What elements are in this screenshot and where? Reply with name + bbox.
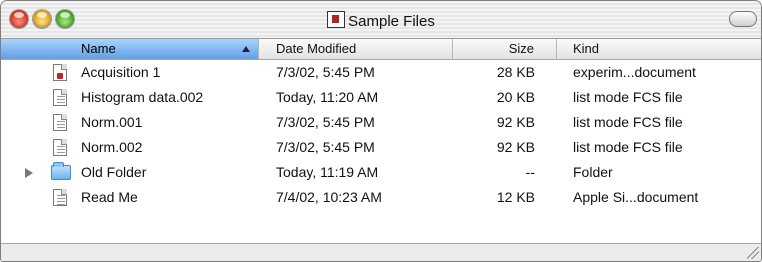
file-name: Histogram data.002	[81, 89, 204, 105]
status-bar	[1, 243, 761, 261]
file-name: Old Folder	[81, 164, 147, 180]
sort-ascending-icon	[242, 46, 250, 52]
file-date: 7/3/02, 5:45 PM	[276, 114, 375, 130]
file-kind: list mode FCS file	[573, 89, 683, 105]
finder-window: Sample Files Name Date Modified Size Kin…	[0, 0, 762, 262]
column-header-date-label: Date Modified	[276, 41, 357, 56]
file-row[interactable]: Norm.001 7/3/02, 5:45 PM 92 KB list mode…	[1, 110, 761, 135]
file-name: Norm.001	[81, 114, 143, 130]
fcs-file-icon	[53, 89, 69, 106]
window-title: Sample Files	[348, 13, 435, 30]
file-date: Today, 11:20 AM	[276, 89, 379, 105]
resize-handle[interactable]	[747, 247, 759, 259]
file-row[interactable]: Norm.002 7/3/02, 5:45 PM 92 KB list mode…	[1, 135, 761, 160]
file-size: 28 KB	[496, 64, 535, 80]
column-header-name[interactable]: Name	[1, 39, 259, 59]
text-document-icon	[53, 189, 69, 206]
experiment-document-icon	[53, 64, 69, 81]
column-header-size[interactable]: Size	[453, 39, 557, 59]
folder-proxy-icon[interactable]	[327, 11, 346, 28]
file-kind: experim...document	[573, 64, 696, 80]
file-date: 7/4/02, 10:23 AM	[276, 189, 382, 205]
folder-icon	[51, 162, 71, 180]
fcs-file-icon	[53, 139, 69, 156]
file-size: --	[525, 164, 535, 180]
file-size: 92 KB	[496, 114, 535, 130]
column-header-kind[interactable]: Kind	[557, 39, 761, 59]
column-header: Name Date Modified Size Kind	[1, 39, 761, 60]
file-date: 7/3/02, 5:45 PM	[276, 139, 375, 155]
file-kind: Folder	[573, 164, 613, 180]
file-kind: list mode FCS file	[573, 139, 683, 155]
fcs-file-icon	[53, 114, 69, 131]
file-size: 20 KB	[496, 89, 535, 105]
title-bar[interactable]: Sample Files	[1, 1, 761, 39]
file-kind: list mode FCS file	[573, 114, 683, 130]
file-row[interactable]: Old Folder Today, 11:19 AM -- Folder	[1, 160, 761, 185]
file-size: 92 KB	[496, 139, 535, 155]
file-date: Today, 11:19 AM	[276, 164, 379, 180]
toolbar-toggle-button[interactable]	[729, 11, 757, 27]
file-row[interactable]: Histogram data.002 Today, 11:20 AM 20 KB…	[1, 85, 761, 110]
file-row[interactable]: Read Me 7/4/02, 10:23 AM 12 KB Apple Si.…	[1, 185, 761, 210]
column-header-kind-label: Kind	[573, 41, 600, 56]
file-kind: Apple Si...document	[573, 189, 699, 205]
window-title-group: Sample Files	[1, 11, 761, 30]
column-header-name-label: Name	[81, 41, 116, 56]
disclosure-triangle-icon[interactable]	[25, 168, 33, 178]
file-size: 12 KB	[496, 189, 535, 205]
file-row[interactable]: Acquisition 1 7/3/02, 5:45 PM 28 KB expe…	[1, 60, 761, 85]
file-name: Norm.002	[81, 139, 143, 155]
file-date: 7/3/02, 5:45 PM	[276, 64, 375, 80]
file-name: Read Me	[81, 189, 138, 205]
file-name: Acquisition 1	[81, 64, 161, 80]
column-header-size-label: Size	[508, 41, 534, 56]
column-header-date-modified[interactable]: Date Modified	[259, 39, 453, 59]
